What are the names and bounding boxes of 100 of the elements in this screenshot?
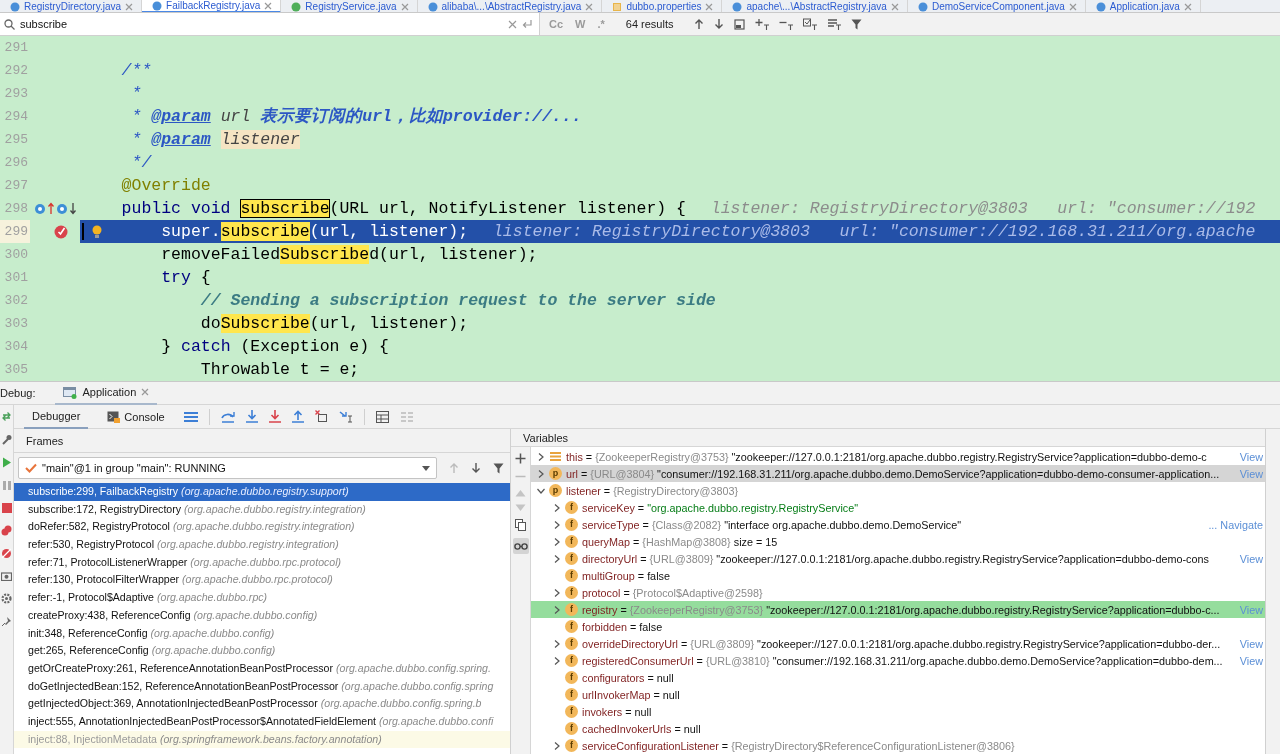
variable-row[interactable]: f serviceKey = "org.apache.dubbo.registry.RegistryService"	[531, 499, 1265, 516]
breakpoints-icon[interactable]	[1, 525, 12, 536]
variable-row[interactable]: p listener = {RegistryDirectory@3803}	[531, 482, 1265, 499]
stack-frame[interactable]: createProxy:438, ReferenceConfig (org.apache.dubbo.config)	[14, 606, 510, 625]
wrench-icon[interactable]	[1, 434, 12, 445]
close-icon[interactable]	[1183, 2, 1192, 11]
add-occurrence-icon[interactable]	[754, 18, 769, 30]
stack-frame[interactable]: doRefer:582, RegistryProtocol (org.apache.dubbo.registry.integration)	[14, 518, 510, 537]
variable-row[interactable]: f protocol = {Protocol$Adaptive@2598}	[531, 584, 1265, 601]
variable-row[interactable]: f registry = {ZookeeperRegistry@3753} "zookeeper://127.0.0.1:2181/org.apache.dubbo.registry.RegistryService?application=dubbo-c... View	[531, 601, 1265, 618]
code-line: */	[130, 152, 152, 173]
copy-icon[interactable]	[515, 519, 526, 531]
variable-text: this = {ZookeeperRegistry@3753} "zookeeper://127.0.0.1:2181/org.apache.dubbo.registry.RegistryService?application=dubbo-demo-c	[566, 450, 1208, 463]
results-count: 64 results	[625, 18, 674, 30]
stack-frame[interactable]: refer:-1, Protocol$Adaptive (org.apache.dubbo.rpc)	[14, 589, 510, 607]
stack-frame[interactable]: init:348, ReferenceConfig (org.apache.dubbo.config)	[14, 624, 510, 643]
inline-hint: listener: RegistryDirectory@3803 url: "consumer://192.168.31.211/org.apache	[492, 221, 1256, 242]
thread-dropdown[interactable]: "main"@1 in group "main": RUNNING	[18, 457, 437, 479]
settings-icon[interactable]	[1, 593, 12, 604]
arrow-up-icon[interactable]	[693, 18, 704, 30]
field-icon: f	[565, 518, 578, 531]
camera-icon[interactable]	[1, 571, 12, 581]
step-into-icon[interactable]	[245, 410, 258, 423]
panel-title: Frames	[26, 434, 64, 447]
view-link[interactable]: ... Navigate	[1208, 518, 1263, 531]
editor-tab[interactable]: FailbackRegistry.java	[142, 0, 282, 12]
mute-breakpoints-icon[interactable]	[1, 548, 12, 559]
stack-frame[interactable]: getOrCreateProxy:261, ReferenceAnnotationBeanPostProcessor (org.apache.dubbo.config.spring.	[14, 659, 510, 678]
circle-icon	[917, 1, 928, 12]
variable-row[interactable]: f serviceType = {Class@2082} "interface org.apache.dubbo.demo.DemoService" ... Navigate	[531, 516, 1265, 533]
rerun-icon[interactable]	[1, 411, 12, 422]
stack-frame[interactable]: refer:130, ProtocolFilterWrapper (org.apache.dubbo.rpc.protocol)	[14, 571, 510, 590]
glasses-icon[interactable]	[512, 538, 529, 554]
object-icon	[549, 450, 562, 463]
list-icon[interactable]	[826, 18, 841, 30]
filter-icon[interactable]	[850, 18, 862, 30]
session-tab[interactable]: Application	[55, 381, 158, 405]
stack-frame[interactable]: subscribe:299, FailbackRegistry (org.apache.dubbo.registry.support)	[14, 483, 510, 501]
line-number: 300	[3, 246, 29, 264]
line-number: 293	[3, 85, 29, 103]
stack-frame[interactable]: getInjectedObject:369, AnnotationInjectedBeanPostProcessor (org.apache.dubbo.config.spring.b	[14, 695, 510, 713]
stop-icon[interactable]	[1, 503, 12, 513]
line-number: 303	[3, 315, 29, 333]
table-icon[interactable]	[375, 410, 389, 423]
stack-frame[interactable]: refer:530, RegistryProtocol (org.apache.dubbo.registry.integration)	[14, 536, 510, 554]
variable-row[interactable]: f multiGroup = false	[531, 567, 1265, 584]
stack-frame[interactable]: inject:555, AnnotationInjectedBeanPostProcessor$AnnotatedFieldElement (org.apache.dubbo.confi	[14, 712, 510, 731]
newline-icon[interactable]	[522, 19, 533, 29]
breakpoint-icon[interactable]	[54, 224, 69, 239]
variable-row[interactable]: f forbidden = false	[531, 618, 1265, 635]
variable-row[interactable]: f invokers = null	[531, 703, 1265, 720]
select-all-icon[interactable]	[802, 18, 817, 30]
resume-icon[interactable]	[1, 457, 12, 468]
code-line: /**	[120, 60, 152, 81]
variable-row[interactable]: f queryMap = {HashMap@3808} size = 15	[531, 533, 1265, 550]
window-icon[interactable]	[733, 18, 745, 30]
close-icon[interactable]	[400, 2, 409, 11]
stack-frame[interactable]: subscribe:172, RegistryDirectory (org.apache.dubbo.registry.integration)	[14, 500, 510, 519]
line-number: 295	[3, 131, 29, 149]
add-icon[interactable]	[515, 453, 526, 464]
panel-tab[interactable]: Console	[99, 404, 173, 429]
variable-row[interactable]: p url = {URL@3804} "consumer://192.168.31.211/org.apache.dubbo.demo.DemoService?application=dubbo-demo-consumer-application... View	[531, 465, 1265, 482]
close-icon[interactable]	[1068, 2, 1077, 11]
variable-text: serviceType = {Class@2082} "interface org.apache.dubbo.demo.DemoService"	[582, 518, 963, 531]
close-icon[interactable]	[141, 388, 150, 396]
close-icon[interactable]	[125, 2, 134, 11]
code-line: doSubscribe(url, listener);	[199, 313, 469, 334]
variable-row[interactable]: f cachedInvokerUrls = null	[531, 720, 1265, 737]
stack-frame[interactable]: get:265, ReferenceConfig (org.apache.dubbo.config)	[14, 642, 510, 660]
search-field[interactable]: subscribe	[0, 13, 540, 35]
dropdown-caret-icon	[422, 465, 430, 471]
variable-row[interactable]: f registeredConsumerUrl = {URL@3810} "consumer://192.168.31.211/org.apache.dubbo.demo.DemoService?application=dubbo-dem... View	[531, 652, 1265, 669]
code-line: try {	[160, 267, 211, 288]
variable-row[interactable]: f urlInvokerMap = null	[531, 686, 1265, 703]
variable-row[interactable]: f configurators = null	[531, 669, 1265, 686]
clear-icon[interactable]	[508, 19, 517, 29]
variable-row[interactable]: f directoryUrl = {URL@3809} "zookeeper://127.0.0.1:2181/org.apache.dubbo.registry.RegistryService?application=dubbo-demo-cons View	[531, 550, 1265, 567]
step-over-icon[interactable]	[220, 410, 235, 423]
stack-frame[interactable]: refer:71, ProtocolListenerWrapper (org.apache.dubbo.rpc.protocol)	[14, 553, 510, 572]
lightbulb-icon[interactable]	[92, 224, 102, 239]
layout-menu-icon[interactable]	[183, 410, 198, 423]
filter-icon[interactable]	[493, 462, 504, 474]
arrow-down-icon[interactable]	[471, 462, 481, 474]
force-step-into-icon[interactable]	[268, 410, 281, 423]
variable-text: invokers = null	[582, 705, 653, 718]
stack-frame[interactable]: doGetInjectedBean:152, ReferenceAnnotationBeanPostProcessor (org.apache.dubbo.config.spring	[14, 677, 510, 696]
code-line: public void subscribe(URL url, NotifyListener listener) {	[120, 198, 687, 219]
close-icon[interactable]	[264, 1, 273, 10]
close-icon[interactable]	[585, 2, 594, 11]
arrow-down-icon[interactable]	[713, 18, 724, 30]
variable-row[interactable]: f serviceConfigurationListener = {RegistryDirectory$ReferenceConfigurationListener@3806}	[531, 737, 1265, 754]
close-icon[interactable]	[890, 2, 899, 11]
variable-row[interactable]: this = {ZookeeperRegistry@3753} "zookeeper://127.0.0.1:2181/org.apache.dubbo.registry.RegistryService?application=dubbo-demo-c View	[531, 448, 1265, 465]
drop-frame-icon[interactable]	[314, 410, 328, 423]
run-to-cursor-icon[interactable]	[338, 410, 353, 423]
line-number: 298	[3, 200, 29, 218]
variable-row[interactable]: f overrideDirectoryUrl = {URL@3809} "zookeeper://127.0.0.1:2181/org.apache.dubbo.registry.RegistryService?application=dubbo-der... View	[531, 635, 1265, 652]
close-icon[interactable]	[705, 2, 714, 11]
step-out-icon[interactable]	[291, 410, 304, 423]
field-icon: f	[565, 688, 578, 701]
